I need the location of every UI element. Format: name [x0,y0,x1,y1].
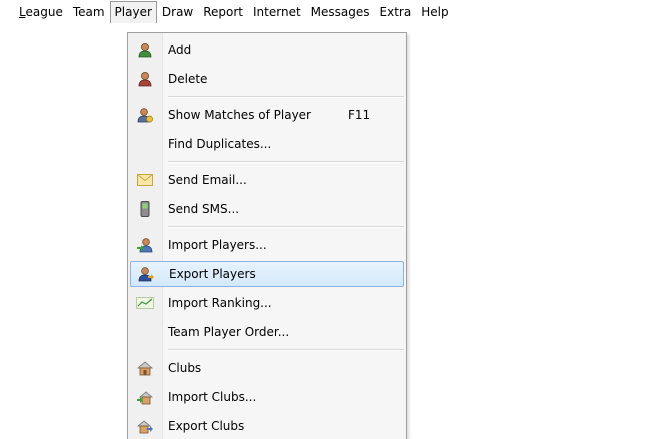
menu-draw[interactable]: Draw [157,2,198,22]
menu-item-delete[interactable]: Delete [130,66,404,92]
mobile-phone-icon [136,200,154,218]
menu-separator [168,161,404,163]
menu-item-import-clubs[interactable]: Import Clubs... [130,384,404,410]
export-clubs-icon [136,417,154,435]
menu-item-send-sms[interactable]: Send SMS... [130,196,404,222]
player-dropdown-menu: Add Delete Show Matches of Player F11 Fi… [127,32,407,439]
menu-item-clubs[interactable]: Clubs [130,355,404,381]
menu-item-add[interactable]: Add [130,37,404,63]
menu-item-team-player-order[interactable]: Team Player Order... [130,319,404,345]
menu-item-find-duplicates[interactable]: Find Duplicates... [130,131,404,157]
menu-messages[interactable]: Messages [306,2,375,22]
menu-internet[interactable]: Internet [248,2,306,22]
menu-separator [168,96,404,98]
menu-team[interactable]: Team [68,2,110,22]
user-add-icon [136,41,154,59]
menu-item-show-matches[interactable]: Show Matches of Player F11 [130,102,404,128]
import-players-icon [136,236,154,254]
menu-extra[interactable]: Extra [375,2,417,22]
envelope-icon [136,171,154,189]
user-matches-icon [136,106,154,124]
menu-bar: League Team Player Draw Report Internet … [0,0,655,23]
menu-player[interactable]: Player [109,0,157,23]
export-players-icon [137,265,155,283]
menu-separator [168,226,404,228]
menu-item-export-clubs[interactable]: Export Clubs [130,413,404,439]
menu-item-send-email[interactable]: Send Email... [130,167,404,193]
menu-item-import-players[interactable]: Import Players... [130,232,404,258]
import-clubs-icon [136,388,154,406]
menu-report[interactable]: Report [198,2,248,22]
menu-help[interactable]: Help [416,2,453,22]
menu-league[interactable]: League [14,2,68,22]
club-house-icon [136,359,154,377]
menu-item-import-ranking[interactable]: Import Ranking... [130,290,404,316]
ranking-chart-icon [136,294,154,312]
menu-separator [168,349,404,351]
user-delete-icon [136,70,154,88]
menu-item-export-players[interactable]: Export Players [130,261,404,287]
shortcut-f11: F11 [348,108,371,122]
